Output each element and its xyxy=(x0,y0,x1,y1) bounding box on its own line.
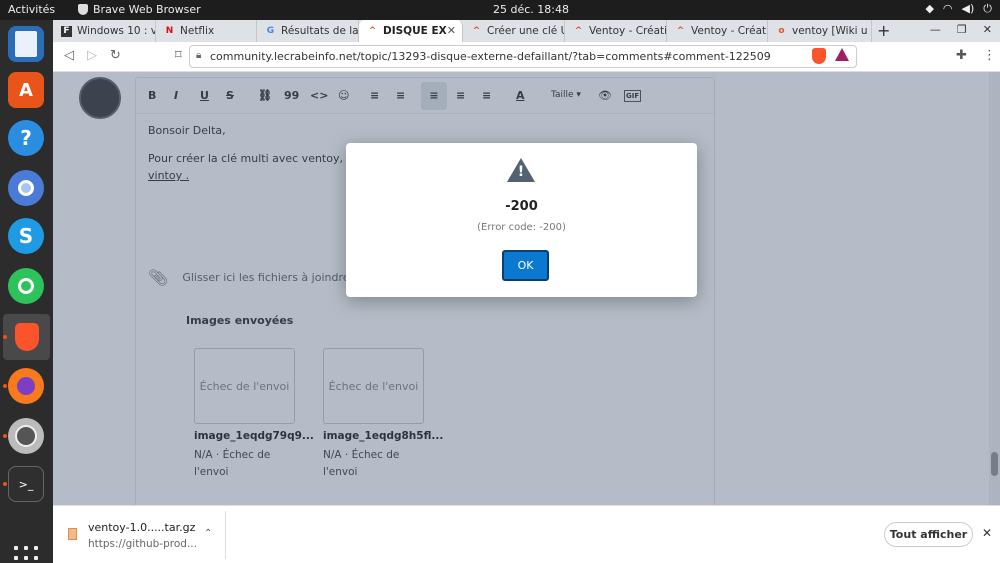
crab-icon: ^ xyxy=(676,26,685,36)
disk-icon[interactable] xyxy=(8,418,44,454)
help-icon[interactable]: ? xyxy=(8,120,44,156)
system-tray[interactable]: ◆ ◠ ◀) ⏻ xyxy=(925,2,992,16)
close-tab-icon[interactable]: ✕ xyxy=(447,24,456,37)
brave-small-icon xyxy=(78,4,88,15)
wifi-icon[interactable]: ◠ xyxy=(943,2,953,16)
favicon-icon: F xyxy=(61,25,72,37)
brave-rewards-icon[interactable] xyxy=(835,48,849,61)
brave-shields-icon[interactable] xyxy=(812,48,826,64)
error-dialog: ! -200 (Error code: -200) OK xyxy=(346,143,697,297)
browser-toolbar: ◁ ▷ ↻ ⌑ 🔒︎ community.lecrabeinfo.net/top… xyxy=(53,42,1000,72)
app-grid-icon[interactable] xyxy=(14,546,38,563)
chromium-icon[interactable] xyxy=(8,170,44,206)
firefox-icon[interactable] xyxy=(8,368,44,404)
maximize-icon[interactable]: ❐ xyxy=(957,23,967,36)
files-icon[interactable] xyxy=(8,26,44,62)
lock-icon: 🔒︎ xyxy=(196,50,202,61)
ok-button[interactable]: OK xyxy=(502,250,549,281)
tab-label: Windows 10 : v xyxy=(77,25,156,37)
software-icon[interactable]: A xyxy=(8,72,44,108)
browser-window: F Windows 10 : v N Netflix G Résultats d… xyxy=(53,20,1000,563)
running-indicator xyxy=(3,434,7,438)
terminal-icon[interactable]: >_ xyxy=(8,466,44,502)
running-indicator xyxy=(3,482,7,486)
google-icon: G xyxy=(266,26,275,36)
tab-disque-externe[interactable]: ^ DISQUE EX ✕ xyxy=(359,20,463,42)
address-bar[interactable]: 🔒︎ community.lecrabeinfo.net/topic/13293… xyxy=(189,45,857,68)
tab-ventoy-1[interactable]: ^ Ventoy - Créati xyxy=(565,20,667,42)
tab-windows10[interactable]: F Windows 10 : v xyxy=(53,20,156,42)
skype-icon[interactable]: S xyxy=(8,218,44,254)
dialog-subtitle: (Error code: -200) xyxy=(477,222,566,233)
running-indicator xyxy=(3,384,7,388)
volume-icon[interactable]: ◀) xyxy=(962,2,975,16)
tab-label: Créer une clé U xyxy=(487,25,565,37)
tab-label: Ventoy - Créati xyxy=(589,25,667,37)
extensions-icon[interactable]: ✚ xyxy=(956,48,967,63)
crab-icon: ^ xyxy=(574,26,583,36)
tab-ventoy-2[interactable]: ^ Ventoy - Créati xyxy=(667,20,768,42)
tab-label: Ventoy - Créati xyxy=(691,25,768,37)
app-name: Brave Web Browser xyxy=(93,3,201,16)
dialog-title: -200 xyxy=(505,199,538,214)
crab-icon: ^ xyxy=(472,26,481,36)
tab-label: ventoy [Wiki u xyxy=(792,25,868,37)
warning-exclamation: ! xyxy=(517,164,525,180)
tab-label: Netflix xyxy=(180,25,215,37)
url-text: community.lecrabeinfo.net/topic/13293-di… xyxy=(210,50,771,63)
tab-label: DISQUE EX xyxy=(383,25,447,37)
tab-label: Résultats de la xyxy=(281,25,359,37)
download-bar: ventoy-1.0.....tar.gz https://github-pro… xyxy=(53,505,1000,563)
download-filename[interactable]: ventoy-1.0.....tar.gz xyxy=(88,521,195,534)
reload-icon[interactable]: ↻ xyxy=(110,48,121,63)
clock[interactable]: 25 déc. 18:48 xyxy=(493,3,569,16)
back-icon[interactable]: ◁ xyxy=(64,48,74,63)
tab-strip: F Windows 10 : v N Netflix G Résultats d… xyxy=(53,20,1000,42)
new-tab-button[interactable]: + xyxy=(877,21,890,40)
crab-icon: ^ xyxy=(368,26,377,36)
ubuntu-icon: o xyxy=(778,26,785,36)
archive-file-icon xyxy=(68,528,77,540)
tab-ventoy-wiki[interactable]: o ventoy [Wiki u xyxy=(768,20,872,42)
app-menu[interactable]: Brave Web Browser xyxy=(78,3,201,16)
activities-button[interactable]: Activités xyxy=(8,3,55,16)
chevron-up-icon[interactable]: ⌃ xyxy=(204,528,212,539)
bookmark-icon[interactable]: ⌑ xyxy=(175,48,182,63)
netflix-icon: N xyxy=(165,26,174,36)
forward-icon[interactable]: ▷ xyxy=(87,48,97,63)
dock: A ? S >_ xyxy=(0,20,53,563)
shield-tray-icon[interactable]: ◆ xyxy=(925,2,933,16)
close-window-icon[interactable]: ✕ xyxy=(983,23,992,36)
tab-google-results[interactable]: G Résultats de la xyxy=(257,20,359,42)
show-all-button[interactable]: Tout afficher xyxy=(884,522,973,547)
gnome-top-bar: Activités Brave Web Browser 25 déc. 18:4… xyxy=(0,0,1000,20)
minimize-icon[interactable]: — xyxy=(930,23,941,36)
whatsapp-icon[interactable] xyxy=(8,268,44,304)
window-controls: — ❐ ✕ xyxy=(930,23,992,36)
tab-creer-cle[interactable]: ^ Créer une clé U xyxy=(463,20,565,42)
close-download-bar-icon[interactable]: ✕ xyxy=(982,526,992,540)
running-indicator xyxy=(3,335,7,339)
divider xyxy=(225,511,226,559)
brave-icon[interactable] xyxy=(3,314,50,360)
download-source: https://github-prod... xyxy=(88,538,197,550)
power-icon[interactable]: ⏻ xyxy=(983,2,992,16)
tab-netflix[interactable]: N Netflix xyxy=(156,20,257,42)
menu-icon[interactable]: ⋮ xyxy=(983,48,996,63)
